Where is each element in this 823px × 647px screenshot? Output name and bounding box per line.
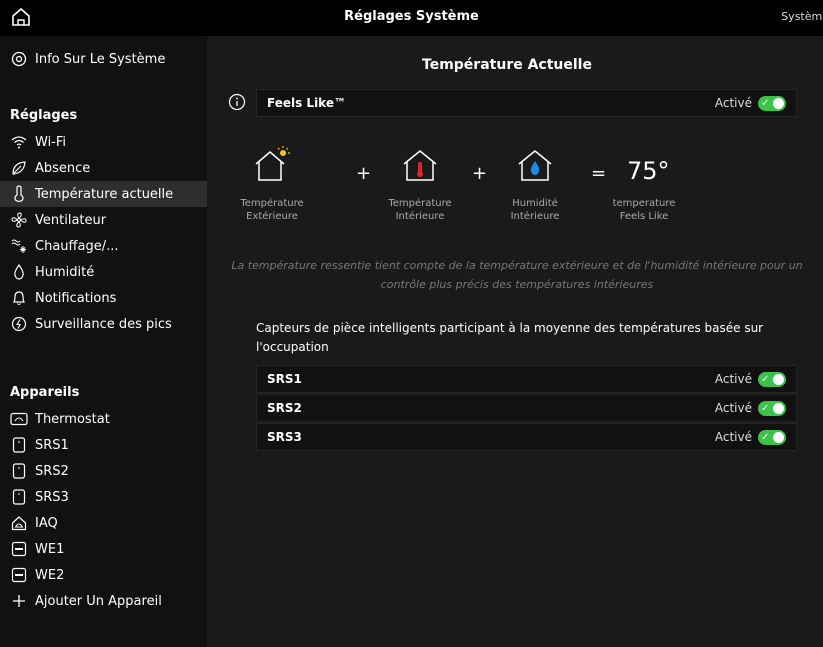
sidebar-item-label: Notifications (35, 290, 117, 306)
plus-sign: + (356, 163, 372, 184)
equipment-icon (10, 540, 28, 558)
sidebar-item-label: SRS3 (35, 489, 69, 505)
sensor-status: Activé (714, 401, 752, 415)
sidebar-item-label: Absence (35, 160, 91, 176)
sidebar-item-label: Chauffage/... (35, 238, 119, 254)
caption-indoor-temp: Température Intérieure (388, 198, 452, 222)
sidebar-item-label: SRS1 (35, 437, 69, 453)
sidebar-item-heating[interactable]: Chauffage/... (0, 233, 207, 259)
iaq-icon (10, 514, 28, 532)
sidebar-item-system-info[interactable]: Info Sur Le Système (0, 46, 207, 72)
feels-like-row: Feels Like™ Activé ✓ (256, 89, 797, 117)
sidebar-item-fan[interactable]: Ventilateur (0, 207, 207, 233)
sensor-toggle[interactable]: ✓ (758, 429, 786, 445)
sensor-name: SRS3 (267, 430, 302, 444)
sidebar-item-label: Ventilateur (35, 212, 107, 228)
sensor-name: SRS1 (267, 372, 302, 386)
humidity-house-icon (515, 146, 555, 182)
fan-icon (10, 211, 28, 229)
sensor-row-srs1: SRS1 Activé ✓ (256, 365, 797, 393)
sidebar-item-srs2[interactable]: SRS2 (0, 458, 207, 484)
sensor-row-srs3: SRS3 Activé ✓ (256, 423, 797, 451)
page-title: Réglages Système (344, 9, 479, 24)
feels-like-status: Activé (714, 96, 752, 110)
caption-outdoor-temp: Température Extérieure (240, 198, 304, 222)
section-title: Température Actuelle (422, 57, 592, 73)
sidebar-item-label: Température actuelle (35, 186, 174, 202)
feels-like-label: Feels Like™ (267, 96, 346, 110)
sidebar-item-humidity[interactable]: Humidité (0, 259, 207, 285)
sidebar-item-label: Humidité (35, 264, 95, 280)
info-icon[interactable] (228, 93, 246, 111)
sensor-icon (10, 436, 28, 454)
sidebar-item-srs3[interactable]: SRS3 (0, 484, 207, 510)
add-device-button[interactable]: Ajouter Un Appareil (0, 588, 207, 614)
heat-cool-icon (10, 237, 28, 255)
top-bar: Réglages Système Système (0, 0, 823, 36)
bell-icon (10, 289, 28, 307)
sidebar-item-label: Thermostat (35, 411, 110, 427)
outdoor-house-icon (252, 146, 292, 182)
feels-like-value: 75° (627, 157, 670, 185)
sensors-heading: Capteurs de pièce intelligents participa… (256, 321, 764, 354)
peak-icon (10, 315, 28, 333)
sidebar-item-label: Wi-Fi (35, 134, 67, 150)
sidebar-item-label: WE1 (35, 541, 65, 557)
equals-sign: = (591, 163, 607, 184)
sidebar-item-away[interactable]: Absence (0, 155, 207, 181)
sensor-toggle[interactable]: ✓ (758, 371, 786, 387)
thermometer-icon (10, 185, 28, 203)
sidebar-item-label: Surveillance des pics (35, 316, 172, 332)
devices-header: Appareils (10, 385, 80, 400)
sensor-row-srs2: SRS2 Activé ✓ (256, 394, 797, 422)
main-panel: Température Actuelle Feels Like™ Activé … (207, 36, 823, 647)
top-right-label[interactable]: Système (781, 10, 823, 23)
sidebar-item-label: SRS2 (35, 463, 69, 479)
sidebar-item-srs1[interactable]: SRS1 (0, 432, 207, 458)
sidebar-item-thermostat[interactable]: Thermostat (0, 406, 207, 432)
gear-icon (10, 50, 28, 68)
sidebar-item-label: WE2 (35, 567, 65, 583)
sensor-status: Activé (714, 430, 752, 444)
sidebar-item-iaq[interactable]: IAQ (0, 510, 207, 536)
sidebar-item-label: Info Sur Le Système (35, 51, 166, 67)
sensor-name: SRS2 (267, 401, 302, 415)
plus-sign: + (472, 163, 488, 184)
sidebar-item-label: IAQ (35, 515, 58, 531)
indoor-house-icon (400, 146, 440, 182)
sidebar-item-notifications[interactable]: Notifications (0, 285, 207, 311)
sidebar: Info Sur Le Système Réglages Wi-Fi Absen… (0, 36, 207, 647)
wifi-icon (10, 133, 28, 151)
leaf-icon (10, 159, 28, 177)
feels-like-toggle[interactable]: ✓ (758, 95, 786, 111)
sensor-icon (10, 488, 28, 506)
sidebar-item-wifi[interactable]: Wi-Fi (0, 129, 207, 155)
plus-icon (10, 592, 28, 610)
sensor-status: Activé (714, 372, 752, 386)
sidebar-item-peak-monitoring[interactable]: Surveillance des pics (0, 311, 207, 337)
equipment-icon (10, 566, 28, 584)
droplet-icon (10, 263, 28, 281)
feels-like-description: La température ressentie tient compte de… (231, 259, 803, 291)
settings-header: Réglages (10, 108, 78, 123)
caption-feels-like: temperature Feels Like (612, 198, 676, 222)
sidebar-item-we1[interactable]: WE1 (0, 536, 207, 562)
thermostat-icon (10, 410, 28, 428)
sidebar-item-we2[interactable]: WE2 (0, 562, 207, 588)
caption-indoor-humidity: Humidité Intérieure (510, 198, 560, 222)
sensor-icon (10, 462, 28, 480)
sensor-toggle[interactable]: ✓ (758, 400, 786, 416)
sidebar-item-label: Ajouter Un Appareil (35, 593, 162, 609)
sidebar-item-current-temperature[interactable]: Température actuelle (0, 181, 207, 207)
